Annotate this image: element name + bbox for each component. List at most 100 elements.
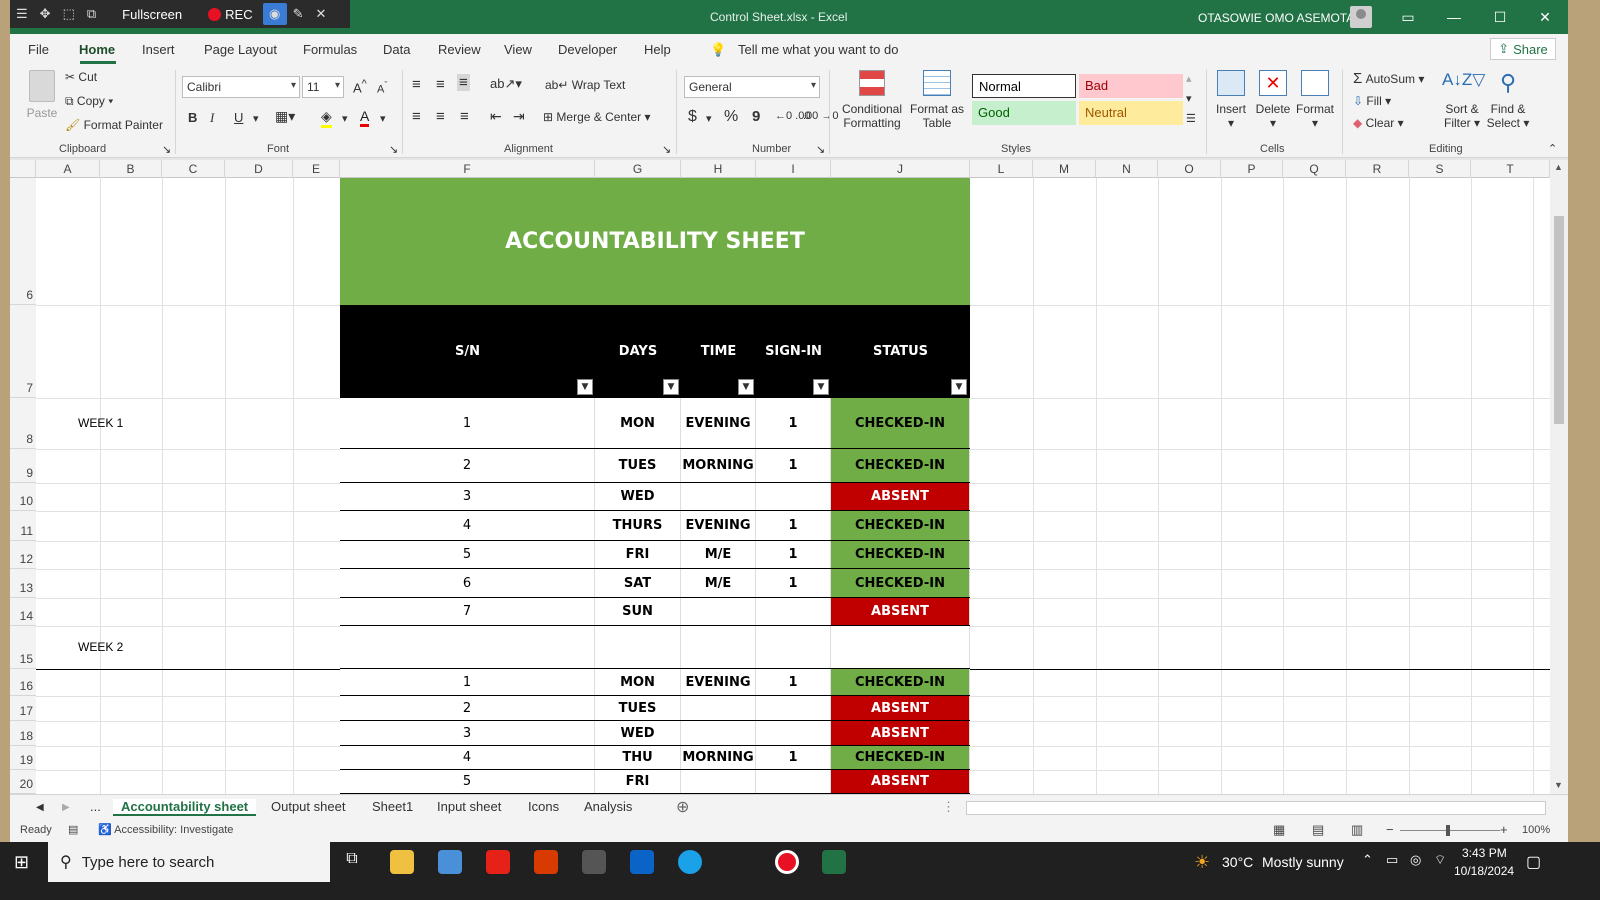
filter-dropdown-icon[interactable]: ▼ xyxy=(738,379,754,395)
more-sheets-button[interactable]: ... xyxy=(90,799,101,814)
tell-me-search[interactable]: Tell me what you want to do xyxy=(738,42,898,57)
row-header[interactable]: 11 xyxy=(10,511,36,541)
cell-time[interactable] xyxy=(681,598,756,625)
wifi-icon[interactable]: ⌔ xyxy=(1434,852,1446,868)
font-size-select[interactable]: 11 xyxy=(302,76,344,98)
column-header[interactable]: A xyxy=(36,160,100,178)
cell-status[interactable]: CHECKED-IN xyxy=(831,398,970,448)
style-good[interactable]: Good xyxy=(972,101,1076,125)
clock-date[interactable]: 10/18/2024 xyxy=(1454,864,1514,878)
cell-sn[interactable]: 3 xyxy=(340,483,595,510)
clock-time[interactable]: 3:43 PM xyxy=(1462,846,1507,860)
cell-status[interactable]: CHECKED-IN xyxy=(831,669,970,695)
column-header[interactable]: S xyxy=(1409,160,1471,178)
cell-signin[interactable] xyxy=(756,696,831,720)
decrease-decimal-icon[interactable]: .00 →0 xyxy=(803,110,838,122)
cell-sn[interactable]: 4 xyxy=(340,746,595,769)
tab-output-sheet[interactable]: Output sheet xyxy=(271,799,345,814)
clear-button[interactable]: ◆ Clear ▾ xyxy=(1353,116,1404,130)
row-header[interactable]: 20 xyxy=(10,770,36,794)
number-format-select[interactable]: General xyxy=(684,76,820,98)
edge-icon[interactable] xyxy=(678,850,702,874)
column-header[interactable]: P xyxy=(1221,160,1283,178)
bluetooth-icon[interactable] xyxy=(630,850,654,874)
cell-status[interactable]: ABSENT xyxy=(831,696,970,720)
cell-day[interactable]: SUN xyxy=(595,598,681,625)
dialog-launcher-icon[interactable]: ↘ xyxy=(162,143,171,156)
row-header[interactable]: 8 xyxy=(10,398,36,449)
cell-time[interactable]: EVENING xyxy=(681,511,756,540)
find-select-button[interactable]: ⚲ Find & Select ▾ xyxy=(1486,70,1530,130)
app-f-icon[interactable] xyxy=(582,850,606,874)
cell-sn[interactable]: 5 xyxy=(340,541,595,568)
weather-icon[interactable]: ☀ xyxy=(1194,852,1210,873)
cell-status[interactable]: ABSENT xyxy=(831,721,970,745)
cell-time[interactable] xyxy=(681,483,756,510)
row-header[interactable]: 10 xyxy=(10,483,36,511)
cell-day[interactable] xyxy=(595,626,681,668)
fullscreen-button[interactable]: Fullscreen xyxy=(102,0,202,28)
file-explorer-icon[interactable] xyxy=(390,850,414,874)
align-middle-icon[interactable]: ≡ xyxy=(436,76,445,93)
avatar[interactable] xyxy=(1350,6,1372,28)
cell-sn[interactable] xyxy=(340,626,595,668)
cell-time[interactable]: M/E xyxy=(681,541,756,568)
column-header[interactable]: T xyxy=(1471,160,1550,178)
cell-day[interactable]: FRI xyxy=(595,770,681,793)
minimize-button[interactable]: — xyxy=(1431,0,1477,34)
font-dialog-launcher-icon[interactable]: ↘ xyxy=(389,143,398,156)
format-cells-button[interactable]: Format ▾ xyxy=(1295,70,1335,130)
comma-button[interactable]: 9 xyxy=(752,108,760,125)
cell-sn[interactable]: 2 xyxy=(340,449,595,482)
cell-signin[interactable] xyxy=(756,626,831,668)
column-header[interactable]: H xyxy=(681,160,756,178)
column-header[interactable]: G xyxy=(595,160,681,178)
font-color-dropdown-icon[interactable]: ▾ xyxy=(380,112,386,125)
filter-dropdown-icon[interactable]: ▼ xyxy=(577,379,593,395)
cell-day[interactable]: THU xyxy=(595,746,681,769)
autosum-button[interactable]: Σ AutoSum ▾ xyxy=(1353,70,1424,87)
pen-icon[interactable]: ✎ xyxy=(287,0,310,28)
decrease-indent-icon[interactable]: ⇤ xyxy=(490,108,502,125)
week-2-label[interactable]: WEEK 2 xyxy=(78,640,123,654)
cell-day[interactable]: SAT xyxy=(595,569,681,597)
alignment-dialog-launcher-icon[interactable]: ↘ xyxy=(662,143,671,156)
tab-accountability-sheet[interactable]: Accountability sheet xyxy=(113,799,257,816)
sheet-title[interactable]: ACCOUNTABILITY SHEET xyxy=(340,178,970,305)
delete-cells-button[interactable]: ✕ Delete ▾ xyxy=(1255,70,1291,130)
header-days[interactable]: DAYS xyxy=(595,344,681,359)
cell-sn[interactable]: 7 xyxy=(340,598,595,625)
cell-sn[interactable]: 1 xyxy=(340,398,595,448)
cell-time[interactable]: M/E xyxy=(681,569,756,597)
cell-day[interactable]: FRI xyxy=(595,541,681,568)
normal-view-icon[interactable]: ▦ xyxy=(1273,822,1285,838)
font-family-select[interactable]: Calibri xyxy=(182,76,300,98)
excel-taskbar-icon[interactable] xyxy=(822,850,846,874)
cell-sn[interactable]: 6 xyxy=(340,569,595,597)
select-icon[interactable]: ⧉ xyxy=(81,0,102,28)
row-header[interactable]: 6 xyxy=(10,178,36,305)
column-header[interactable]: I xyxy=(756,160,831,178)
insert-cells-button[interactable]: Insert ▾ xyxy=(1213,70,1249,130)
cell-sn[interactable]: 3 xyxy=(340,721,595,745)
align-top-icon[interactable]: ≡ xyxy=(412,76,421,93)
row-header[interactable]: 15 xyxy=(10,626,36,669)
header-status[interactable]: STATUS xyxy=(831,344,970,359)
filter-dropdown-icon[interactable]: ▼ xyxy=(951,379,967,395)
align-bottom-icon[interactable]: ≡ xyxy=(457,74,470,91)
tab-analysis[interactable]: Analysis xyxy=(584,799,632,814)
zoom-slider[interactable] xyxy=(1400,830,1500,831)
cell-status[interactable]: CHECKED-IN xyxy=(831,569,970,597)
wrap-text-button[interactable]: ab↵ Wrap Text xyxy=(545,78,625,92)
add-sheet-icon[interactable]: ⊕ xyxy=(676,797,689,817)
styles-more-icon[interactable]: ☰ xyxy=(1186,112,1196,125)
underline-dropdown-icon[interactable]: ▾ xyxy=(253,112,259,125)
maximize-button[interactable]: ☐ xyxy=(1477,0,1523,34)
cell-signin[interactable]: 1 xyxy=(756,746,831,769)
orientation-icon[interactable]: ab↗▾ xyxy=(490,76,522,92)
percent-button[interactable]: % xyxy=(724,108,738,126)
style-normal[interactable]: Normal xyxy=(972,74,1076,98)
currency-button[interactable]: $ xyxy=(688,108,697,126)
cell-status[interactable] xyxy=(831,626,970,668)
filter-dropdown-icon[interactable]: ▼ xyxy=(663,379,679,395)
